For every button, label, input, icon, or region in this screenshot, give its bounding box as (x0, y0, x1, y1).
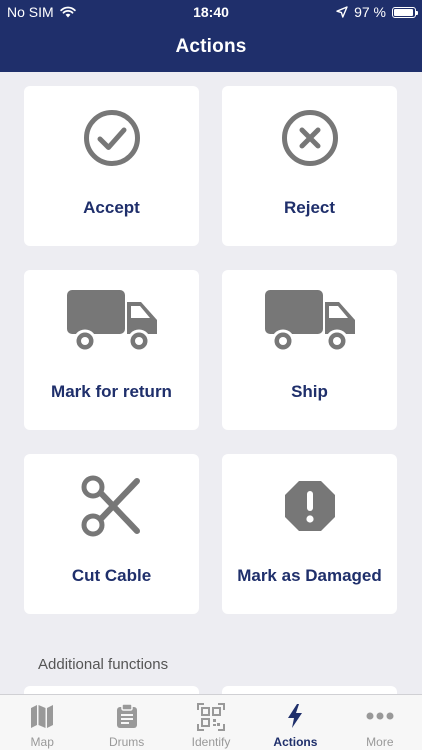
alert-octagon-icon (284, 481, 335, 531)
accept-button[interactable]: Accept (24, 86, 199, 246)
truck-icon (66, 290, 157, 353)
truck-icon (264, 290, 355, 353)
mark-for-return-button[interactable]: Mark for return (24, 270, 199, 430)
check-circle-icon (83, 110, 140, 166)
status-bar: No SIM 18:40 97 % (0, 0, 422, 24)
clipboard-icon (116, 703, 137, 728)
accept-label: Accept (83, 198, 140, 217)
tab-more-label: More (366, 735, 394, 749)
battery-percent: 97 % (354, 4, 386, 20)
tab-drums-label: Drums (108, 735, 145, 749)
reject-button[interactable]: Reject (222, 86, 397, 246)
tab-identify[interactable]: Identify (169, 695, 253, 750)
tab-more[interactable]: More (338, 695, 422, 750)
battery-icon (392, 6, 418, 18)
map-icon (31, 705, 54, 728)
qr-code-icon (197, 703, 226, 731)
cut-cable-button[interactable]: Cut Cable (24, 454, 199, 614)
tab-map-label: Map (30, 735, 54, 749)
tab-actions[interactable]: Actions (253, 695, 337, 750)
tab-bar: Map Drums Identify Actions More (0, 694, 422, 750)
ship-label: Ship (291, 382, 328, 401)
tab-map[interactable]: Map (0, 695, 84, 750)
mark-as-damaged-label: Mark as Damaged (237, 566, 382, 585)
cut-cable-label: Cut Cable (71, 566, 152, 585)
tab-drums[interactable]: Drums (84, 695, 168, 750)
scissors-icon (81, 475, 140, 537)
page-title: Actions (175, 36, 247, 57)
tab-actions-label: Actions (273, 735, 318, 749)
additional-functions-heading: Additional functions (38, 656, 169, 673)
status-right-group: 97 % (336, 4, 418, 20)
tab-identify-label: Identify (191, 735, 231, 749)
mark-for-return-label: Mark for return (51, 382, 172, 401)
location-arrow-icon (336, 6, 348, 18)
mark-as-damaged-button[interactable]: Mark as Damaged (222, 454, 397, 614)
more-dots-icon (366, 712, 394, 720)
reject-label: Reject (283, 198, 336, 217)
bolt-icon (288, 704, 303, 728)
x-circle-icon (281, 110, 338, 166)
ship-button[interactable]: Ship (222, 270, 397, 430)
navigation-bar: No SIM 18:40 97 % Actions (0, 0, 422, 72)
